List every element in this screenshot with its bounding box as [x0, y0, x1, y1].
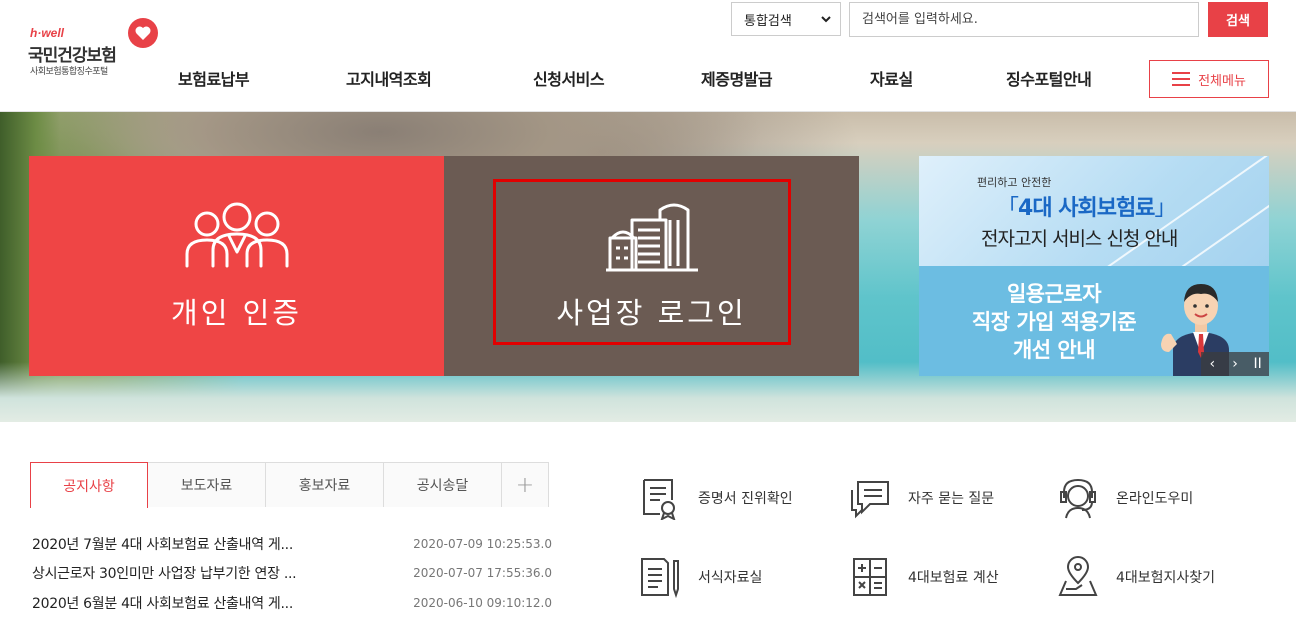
tab-public-service[interactable]: 공시송달 — [384, 462, 502, 507]
banner-title: 「4대 사회보험료」 — [997, 196, 1176, 221]
notice-date: 2020-07-07 17:55:36.0 — [413, 566, 552, 581]
search-scope-value: 통합검색 — [744, 13, 792, 29]
slider-prev-button[interactable]: ‹ — [1201, 352, 1224, 376]
notice-date: 2020-07-09 10:25:53.0 — [413, 536, 552, 551]
logo-tagline: h·well — [30, 26, 65, 40]
chat-bubbles-icon — [851, 481, 889, 519]
more-button[interactable]: + — [502, 462, 549, 507]
map-pin-icon — [1058, 556, 1098, 596]
quick-link-faq[interactable]: 자주 묻는 질문 — [848, 476, 994, 520]
search-input[interactable] — [849, 2, 1199, 37]
nav-item-payment[interactable]: 보험료납부 — [178, 66, 250, 90]
document-pen-icon — [641, 558, 679, 599]
chevron-down-icon — [821, 16, 831, 23]
search-scope-select[interactable]: 통합검색 — [731, 2, 841, 36]
nav-item-application[interactable]: 신청서비스 — [533, 66, 605, 90]
list-item[interactable]: 상시근로자 30인미만 사업장 납부기한 연장 ... 2020-07-07 1… — [32, 559, 552, 589]
quick-link-certificate-verify[interactable]: 증명서 진위확인 — [638, 476, 793, 520]
tab-notices[interactable]: 공지사항 — [30, 462, 148, 508]
quick-link-label: 4대보험료 계산 — [908, 570, 999, 586]
heart-logo-icon — [128, 18, 158, 48]
banner-small-text: 편리하고 안전한 — [977, 176, 1052, 189]
site-header: h·well 국민건강보험 사회보험통합징수포털 통합검색 검색 보험료납부 고… — [0, 0, 1296, 112]
nav-item-notice-inquiry[interactable]: 고지내역조회 — [346, 66, 432, 90]
business-login-label: 사업장 로그인 — [556, 296, 747, 330]
personal-auth-label: 개인 인증 — [171, 296, 302, 330]
slider-pause-button[interactable]: II — [1246, 352, 1269, 376]
quick-link-online-helper[interactable]: 온라인도우미 — [1056, 476, 1193, 520]
notice-list: 2020년 7월분 4대 사회보험료 산출내역 게... 2020-07-09 … — [32, 529, 552, 618]
business-login-card[interactable]: 사업장 로그인 — [444, 156, 859, 376]
nav-item-library[interactable]: 자료실 — [870, 66, 913, 90]
all-menu-button[interactable]: 전체메뉴 — [1149, 60, 1269, 98]
quick-link-forms[interactable]: 서식자료실 — [638, 555, 762, 599]
quick-link-label: 4대보험지사찾기 — [1116, 570, 1216, 586]
search-button[interactable]: 검색 — [1208, 2, 1268, 37]
slider-next-button[interactable]: › — [1224, 352, 1247, 376]
nav-item-portal-guide[interactable]: 징수포털안내 — [1006, 66, 1092, 90]
notice-title[interactable]: 상시근로자 30인미만 사업장 납부기한 연장 ... — [32, 563, 297, 583]
building-icon — [605, 203, 698, 272]
logo-name: 국민건강보험 — [28, 46, 117, 66]
hamburger-icon — [1172, 72, 1191, 86]
list-item[interactable]: 2020년 6월분 4대 사회보험료 산출내역 게... 2020-06-10 … — [32, 588, 552, 618]
banner-subtitle: 전자고지 서비스 신청 안내 — [981, 228, 1178, 250]
people-group-icon — [185, 202, 288, 268]
banner-slider-controls: ‹ › II — [1201, 352, 1269, 376]
all-menu-label: 전체메뉴 — [1198, 73, 1246, 89]
certificate-icon — [643, 479, 676, 520]
notice-title[interactable]: 2020년 7월분 4대 사회보험료 산출내역 게... — [32, 534, 293, 554]
quick-link-label: 증명서 진위확인 — [698, 491, 793, 507]
notice-tabs: 공지사항 보도자료 홍보자료 공시송달 + — [30, 462, 549, 508]
tab-press[interactable]: 보도자료 — [148, 462, 266, 507]
calculator-icon — [853, 558, 887, 596]
quick-link-label: 서식자료실 — [698, 570, 763, 586]
tab-promotion[interactable]: 홍보자료 — [266, 462, 384, 507]
list-item[interactable]: 2020년 7월분 4대 사회보험료 산출내역 게... 2020-07-09 … — [32, 529, 552, 559]
daily-worker-banner-text: 일용근로자 직장 가입 적용기준 개선 안내 — [971, 282, 1137, 362]
personal-auth-card[interactable]: 개인 인증 — [29, 156, 444, 376]
quick-link-label: 온라인도우미 — [1116, 491, 1194, 507]
e-notice-banner[interactable]: 편리하고 안전한 「4대 사회보험료」 전자고지 서비스 신청 안내 — [919, 156, 1269, 266]
logo-subtitle: 사회보험통합징수포털 — [30, 67, 108, 77]
quick-link-calculator[interactable]: 4대보험료 계산 — [848, 555, 999, 599]
headset-agent-icon — [1060, 478, 1096, 519]
notice-date: 2020-06-10 09:10:12.0 — [413, 595, 552, 610]
notice-title[interactable]: 2020년 6월분 4대 사회보험료 산출내역 게... — [32, 593, 293, 613]
site-logo[interactable]: h·well 국민건강보험 사회보험통합징수포털 — [28, 16, 168, 86]
quick-link-label: 자주 묻는 질문 — [908, 491, 995, 507]
quick-link-branch-finder[interactable]: 4대보험지사찾기 — [1056, 555, 1215, 599]
nav-item-certificates[interactable]: 제증명발급 — [701, 66, 773, 90]
